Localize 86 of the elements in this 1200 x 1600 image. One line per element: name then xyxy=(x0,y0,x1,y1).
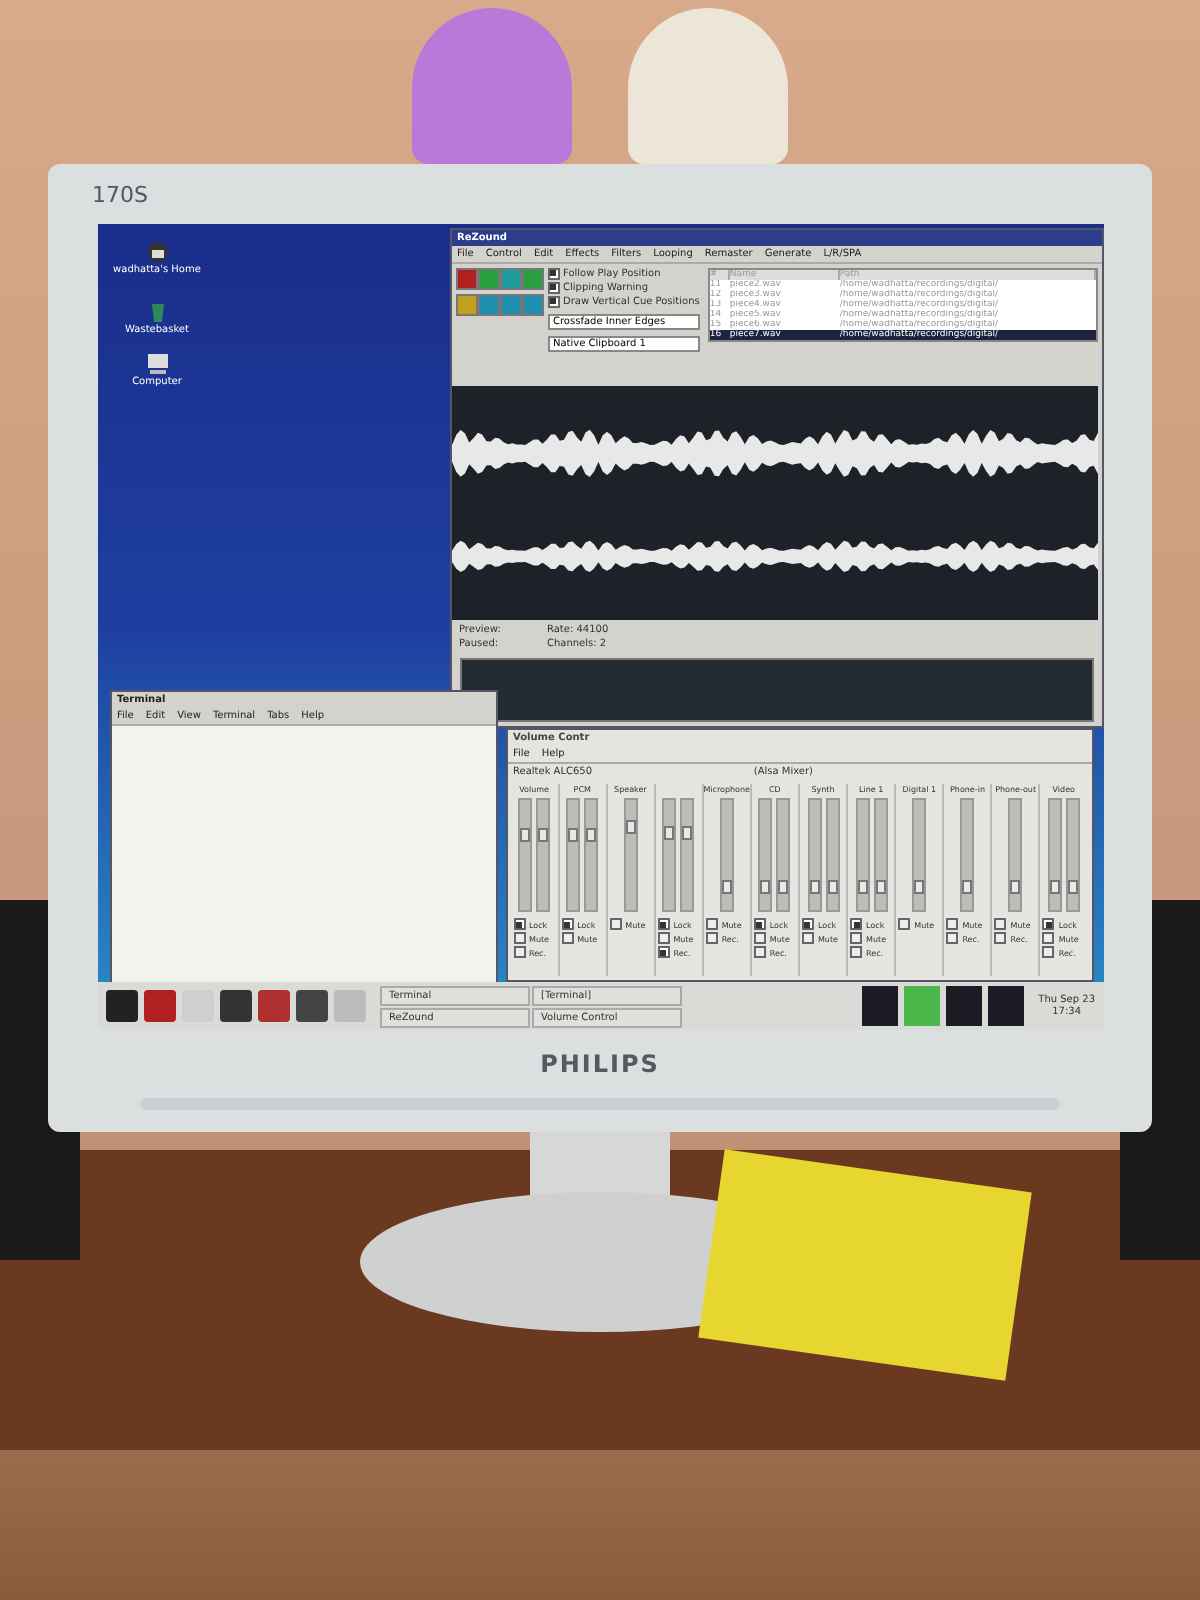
slider-thumb[interactable] xyxy=(1049,880,1060,894)
slider-thumb[interactable] xyxy=(857,880,868,894)
volume-slider[interactable] xyxy=(680,798,695,912)
volume-slider[interactable] xyxy=(623,798,638,912)
launcher-icon[interactable] xyxy=(219,990,251,1022)
checkbox[interactable] xyxy=(753,918,766,930)
checkbox[interactable] xyxy=(547,281,559,294)
checkbox[interactable] xyxy=(801,932,814,944)
slider-thumb[interactable] xyxy=(721,880,732,894)
transport-button[interactable] xyxy=(499,293,521,316)
workspace-tile[interactable] xyxy=(988,986,1025,1026)
volume-slider[interactable] xyxy=(776,798,791,912)
checkbox[interactable] xyxy=(513,918,525,930)
checkbox[interactable] xyxy=(994,932,1007,944)
slider-thumb[interactable] xyxy=(962,880,973,894)
checkbox[interactable] xyxy=(994,918,1007,930)
checkbox[interactable] xyxy=(850,918,863,930)
volume-slider[interactable] xyxy=(758,798,773,912)
brand-logo: PHILIPS xyxy=(540,1050,660,1078)
checkbox[interactable] xyxy=(946,932,959,944)
launcher-icon[interactable] xyxy=(105,990,137,1022)
transport-button[interactable] xyxy=(455,293,477,316)
slider-thumb[interactable] xyxy=(778,880,789,894)
checkbox[interactable] xyxy=(898,918,911,930)
volume-slider[interactable] xyxy=(912,798,927,912)
checkbox[interactable] xyxy=(801,918,814,930)
volume-slider[interactable] xyxy=(566,798,581,912)
checkbox[interactable] xyxy=(513,932,525,944)
slider-thumb[interactable] xyxy=(1067,880,1078,894)
computer-icon xyxy=(145,352,169,376)
slider-thumb[interactable] xyxy=(827,880,837,894)
slider-thumb[interactable] xyxy=(520,828,531,842)
checkbox[interactable] xyxy=(753,946,766,958)
volume-slider[interactable] xyxy=(536,798,551,912)
checkbox[interactable] xyxy=(1042,946,1055,958)
checkbox[interactable] xyxy=(657,918,670,930)
checkbox[interactable] xyxy=(850,946,863,958)
volume-slider[interactable] xyxy=(873,798,888,912)
checkbox[interactable] xyxy=(561,932,574,944)
checkbox[interactable] xyxy=(657,946,670,958)
slider-thumb[interactable] xyxy=(568,828,579,842)
checkbox[interactable] xyxy=(657,932,670,944)
model-label: 170S xyxy=(92,179,148,211)
checkbox[interactable] xyxy=(1042,932,1055,944)
slider-thumb[interactable] xyxy=(1010,880,1021,894)
slider-thumb[interactable] xyxy=(586,828,597,842)
home-folder-icon xyxy=(145,240,169,264)
slider-thumb[interactable] xyxy=(625,820,636,834)
checkbox[interactable] xyxy=(946,918,959,930)
slider-thumb[interactable] xyxy=(760,880,771,894)
volume-slider[interactable] xyxy=(960,798,975,912)
transport-button[interactable] xyxy=(477,267,499,290)
checkbox[interactable] xyxy=(705,932,718,944)
volume-slider[interactable] xyxy=(807,798,821,912)
slider-thumb[interactable] xyxy=(914,880,925,894)
volume-slider[interactable] xyxy=(584,798,599,912)
checkbox[interactable] xyxy=(1042,918,1055,930)
checkbox[interactable] xyxy=(850,932,863,944)
slider-thumb[interactable] xyxy=(682,825,693,839)
volume-slider[interactable] xyxy=(662,798,677,912)
volume-slider[interactable] xyxy=(1065,798,1080,912)
launcher-icon[interactable] xyxy=(143,990,175,1022)
transport-button[interactable] xyxy=(499,267,521,290)
slider-thumb[interactable] xyxy=(809,880,819,894)
volume-slider[interactable] xyxy=(719,798,734,912)
slider-thumb[interactable] xyxy=(538,828,549,842)
workspace-tile[interactable] xyxy=(946,986,983,1026)
workspace-tile[interactable] xyxy=(904,986,941,1026)
volume-slider[interactable] xyxy=(855,798,870,912)
launcher-icon[interactable] xyxy=(295,990,327,1022)
transport-button[interactable] xyxy=(455,267,477,290)
checkbox[interactable] xyxy=(547,295,559,308)
slider-thumb[interactable] xyxy=(875,880,886,894)
checkbox[interactable] xyxy=(561,918,574,930)
volume-slider[interactable] xyxy=(825,798,839,912)
workspace-tile[interactable] xyxy=(862,986,899,1026)
volume-slider[interactable] xyxy=(518,798,533,912)
checkbox[interactable] xyxy=(705,918,718,930)
checkbox[interactable] xyxy=(609,918,622,930)
transport-button[interactable] xyxy=(477,293,499,316)
volume-slider[interactable] xyxy=(1008,798,1023,912)
checkbox[interactable] xyxy=(753,932,766,944)
slider-thumb[interactable] xyxy=(664,825,675,839)
volume-slider[interactable] xyxy=(1047,798,1062,912)
checkbox[interactable] xyxy=(547,267,559,280)
checkbox[interactable] xyxy=(513,946,525,958)
